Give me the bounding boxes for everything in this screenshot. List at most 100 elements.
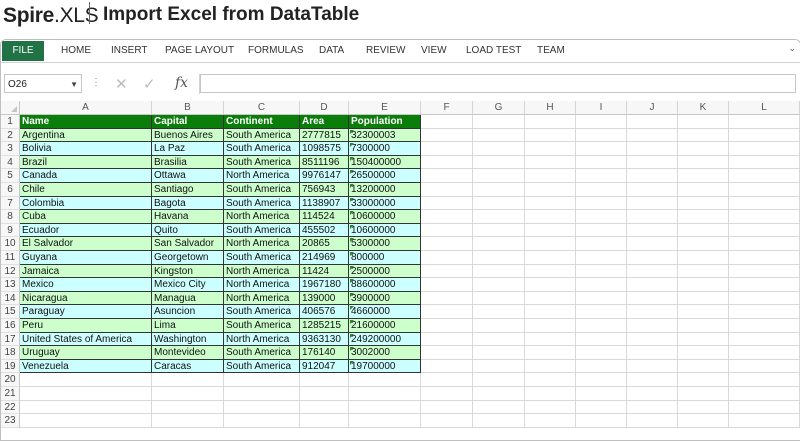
table-cell[interactable]: 406576	[300, 305, 349, 319]
empty-cell[interactable]	[300, 414, 349, 428]
table-cell[interactable]: 114524	[300, 210, 349, 224]
table-cell[interactable]: Uruguay	[20, 346, 152, 360]
empty-cell[interactable]	[224, 400, 300, 415]
table-cell[interactable]: Kingston	[152, 264, 224, 279]
table-cell[interactable]: 8511196	[300, 155, 349, 170]
empty-cell[interactable]	[525, 237, 576, 251]
row-header-20[interactable]: 20	[1, 373, 20, 387]
empty-cell[interactable]	[729, 210, 800, 224]
table-cell[interactable]: North America	[224, 278, 300, 292]
empty-cell[interactable]	[473, 278, 525, 292]
row-header-5[interactable]: 5	[1, 169, 20, 183]
empty-cell[interactable]	[678, 251, 729, 265]
empty-cell[interactable]	[224, 373, 300, 387]
empty-cell[interactable]	[473, 373, 525, 387]
row-header-14[interactable]: 14	[1, 291, 20, 306]
table-cell[interactable]: 9363130	[300, 332, 349, 347]
empty-cell[interactable]	[421, 414, 473, 428]
table-cell[interactable]: Buenos Aires	[152, 128, 224, 143]
empty-cell[interactable]	[576, 359, 627, 374]
table-cell[interactable]: 249200000	[349, 332, 421, 347]
empty-cell[interactable]	[224, 387, 300, 401]
table-cell[interactable]: South America	[224, 251, 300, 265]
empty-cell[interactable]	[729, 278, 800, 292]
row-header-21[interactable]: 21	[1, 387, 20, 401]
table-cell[interactable]: 19700000	[349, 359, 421, 374]
select-all-corner[interactable]	[1, 101, 20, 115]
empty-cell[interactable]	[627, 210, 678, 224]
empty-cell[interactable]	[525, 414, 576, 428]
row-header-8[interactable]: 8	[1, 210, 20, 224]
empty-cell[interactable]	[576, 264, 627, 279]
table-cell[interactable]: 26500000	[349, 169, 421, 183]
table-cell[interactable]: Cuba	[20, 210, 152, 224]
header-cell[interactable]: Population	[349, 115, 421, 129]
empty-cell[interactable]	[576, 346, 627, 360]
empty-cell[interactable]	[525, 142, 576, 156]
empty-cell[interactable]	[421, 387, 473, 401]
empty-cell[interactable]	[729, 196, 800, 211]
tab-load-test[interactable]: LOAD TEST	[466, 40, 521, 61]
empty-cell[interactable]	[525, 223, 576, 238]
empty-cell[interactable]	[729, 373, 800, 387]
empty-cell[interactable]	[627, 332, 678, 347]
empty-cell[interactable]	[473, 128, 525, 143]
row-header-6[interactable]: 6	[1, 183, 20, 197]
table-cell[interactable]: 33000000	[349, 196, 421, 211]
empty-cell[interactable]	[525, 400, 576, 415]
table-cell[interactable]: South America	[224, 142, 300, 156]
empty-cell[interactable]	[678, 359, 729, 374]
empty-cell[interactable]	[678, 319, 729, 333]
table-cell[interactable]: Bolivia	[20, 142, 152, 156]
table-cell[interactable]: Colombia	[20, 196, 152, 211]
insert-function-icon[interactable]: fx	[175, 75, 188, 91]
table-cell[interactable]: South America	[224, 359, 300, 374]
empty-cell[interactable]	[473, 183, 525, 197]
table-cell[interactable]: 20865	[300, 237, 349, 251]
empty-cell[interactable]	[473, 115, 525, 129]
empty-cell[interactable]	[627, 169, 678, 183]
column-header-j[interactable]: J	[627, 101, 678, 115]
empty-cell[interactable]	[678, 237, 729, 251]
row-header-19[interactable]: 19	[1, 359, 20, 374]
empty-cell[interactable]	[729, 251, 800, 265]
table-cell[interactable]: South America	[224, 319, 300, 333]
empty-cell[interactable]	[627, 359, 678, 374]
empty-cell[interactable]	[152, 387, 224, 401]
empty-cell[interactable]	[421, 373, 473, 387]
empty-cell[interactable]	[473, 264, 525, 279]
empty-cell[interactable]	[473, 142, 525, 156]
empty-cell[interactable]	[525, 183, 576, 197]
table-cell[interactable]: South America	[224, 196, 300, 211]
table-cell[interactable]: 1138907	[300, 196, 349, 211]
table-cell[interactable]: North America	[224, 210, 300, 224]
empty-cell[interactable]	[576, 183, 627, 197]
empty-cell[interactable]	[678, 128, 729, 143]
cancel-icon[interactable]: ✕	[115, 75, 128, 93]
empty-cell[interactable]	[473, 223, 525, 238]
row-header-22[interactable]: 22	[1, 400, 20, 415]
row-header-16[interactable]: 16	[1, 319, 20, 333]
empty-cell[interactable]	[473, 414, 525, 428]
tab-insert[interactable]: INSERT	[111, 40, 148, 61]
row-header-18[interactable]: 18	[1, 346, 20, 360]
empty-cell[interactable]	[473, 319, 525, 333]
table-cell[interactable]: Brazil	[20, 155, 152, 170]
tab-data[interactable]: DATA	[319, 40, 344, 61]
empty-cell[interactable]	[678, 373, 729, 387]
empty-cell[interactable]	[576, 291, 627, 306]
table-cell[interactable]: Havana	[152, 210, 224, 224]
empty-cell[interactable]	[20, 400, 152, 415]
empty-cell[interactable]	[576, 305, 627, 319]
empty-cell[interactable]	[678, 332, 729, 347]
empty-cell[interactable]	[729, 237, 800, 251]
empty-cell[interactable]	[627, 414, 678, 428]
empty-cell[interactable]	[525, 319, 576, 333]
empty-cell[interactable]	[678, 223, 729, 238]
empty-cell[interactable]	[473, 305, 525, 319]
empty-cell[interactable]	[421, 332, 473, 347]
empty-cell[interactable]	[627, 128, 678, 143]
empty-cell[interactable]	[421, 183, 473, 197]
empty-cell[interactable]	[576, 319, 627, 333]
column-header-i[interactable]: I	[576, 101, 627, 115]
